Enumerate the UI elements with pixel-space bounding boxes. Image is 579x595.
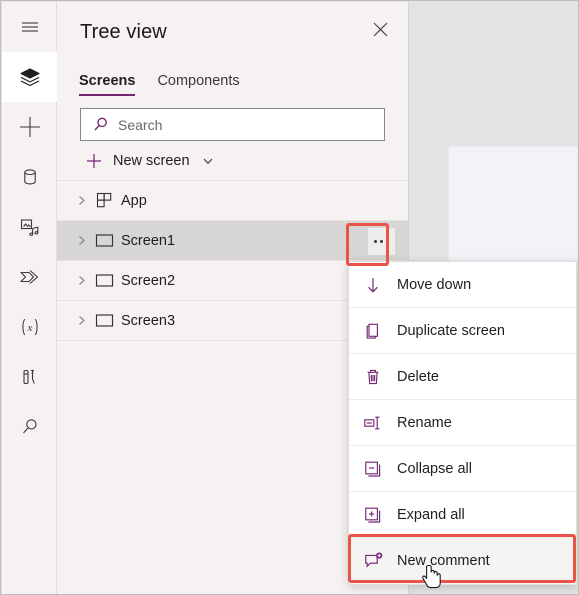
chevron-right-icon[interactable] <box>71 274 91 287</box>
menu-item-duplicate-screen[interactable]: Duplicate screen <box>349 308 576 354</box>
plus-icon <box>85 152 103 170</box>
menu-item-delete[interactable]: Delete <box>349 354 576 400</box>
page-title: Tree view <box>80 20 167 43</box>
menu-item-label: Expand all <box>397 506 465 523</box>
menu-item-label: Duplicate screen <box>397 322 505 339</box>
menu-item-label: Collapse all <box>397 460 472 477</box>
app-grid-icon <box>91 191 117 210</box>
sidebar-item-tree-view[interactable] <box>2 52 57 102</box>
app-checker-icon <box>19 366 41 388</box>
sidebar-item-power-automate[interactable] <box>2 252 57 302</box>
screen-context-menu: Move down Duplicate screen Delete Rename… <box>348 261 577 585</box>
search-container <box>57 96 408 141</box>
hamburger-menu-icon <box>19 16 41 38</box>
menu-item-label: Rename <box>397 414 452 431</box>
panel-header: Tree view <box>57 2 408 62</box>
tree-item-label: Screen1 <box>121 232 176 249</box>
tab-screens[interactable]: Screens <box>79 73 136 96</box>
insert-plus-icon <box>17 114 43 140</box>
rename-icon <box>363 413 393 433</box>
menu-item-move-down[interactable]: Move down <box>349 262 576 308</box>
new-screen-button[interactable]: New screen <box>57 141 408 181</box>
sidebar-item-search[interactable] <box>2 402 57 452</box>
power-automate-icon <box>18 265 42 289</box>
menu-item-collapse-all[interactable]: Collapse all <box>349 446 576 492</box>
tree-item-label: Screen3 <box>121 312 176 329</box>
search-input[interactable] <box>118 116 384 133</box>
close-panel-button[interactable] <box>368 20 392 44</box>
ellipsis-button[interactable] <box>368 228 395 255</box>
more-options-icon <box>374 240 389 243</box>
new-comment-icon <box>363 551 393 571</box>
screen-icon <box>91 230 117 251</box>
app-window: x Tree view Screens Components Search Ne… <box>0 0 579 595</box>
menu-item-label: Delete <box>397 368 439 385</box>
chevron-down-icon[interactable] <box>201 154 215 168</box>
screen-icon <box>91 270 117 291</box>
arrow-down-icon <box>363 275 393 295</box>
variables-fx-icon: x <box>17 316 43 338</box>
tab-components[interactable]: Components <box>157 73 239 96</box>
tree-row[interactable]: Screen1 <box>57 221 408 261</box>
duplicate-icon <box>363 321 393 341</box>
left-icon-rail: x <box>2 2 57 594</box>
hamburger-menu-icon-button[interactable] <box>2 2 57 52</box>
menu-item-rename[interactable]: Rename <box>349 400 576 446</box>
svg-text:x: x <box>26 322 32 334</box>
sidebar-item-insert[interactable] <box>2 102 57 152</box>
search-icon <box>19 416 41 438</box>
collapse-all-icon <box>363 459 393 479</box>
sidebar-item-app-checker[interactable] <box>2 352 57 402</box>
new-screen-label: New screen <box>113 152 190 169</box>
chevron-right-icon[interactable] <box>71 234 91 247</box>
chevron-right-icon[interactable] <box>71 314 91 327</box>
app-canvas-preview <box>448 146 578 271</box>
menu-item-label: New comment <box>397 553 490 569</box>
search-box[interactable] <box>80 108 385 141</box>
sidebar-item-data[interactable] <box>2 152 57 202</box>
menu-item-expand-all[interactable]: Expand all <box>349 492 576 538</box>
search-icon <box>92 116 109 133</box>
data-cylinder-icon <box>19 166 41 188</box>
tree-item-label: Screen2 <box>121 272 176 289</box>
sidebar-item-media[interactable] <box>2 202 57 252</box>
media-icon <box>19 216 41 238</box>
expand-all-icon <box>363 505 393 525</box>
chevron-right-icon[interactable] <box>71 194 91 207</box>
screen-icon <box>91 310 117 331</box>
menu-item-label: Move down <box>397 276 472 293</box>
panel-tabs: Screens Components <box>57 62 408 96</box>
sidebar-item-variables[interactable]: x <box>2 302 57 352</box>
close-icon <box>372 21 389 43</box>
trash-icon <box>363 367 393 387</box>
tree-item-label: App <box>121 192 147 209</box>
menu-item-new-comment[interactable]: New comment <box>349 538 576 584</box>
tree-view-layers-icon <box>18 65 42 89</box>
tree-row[interactable]: App <box>57 181 408 221</box>
